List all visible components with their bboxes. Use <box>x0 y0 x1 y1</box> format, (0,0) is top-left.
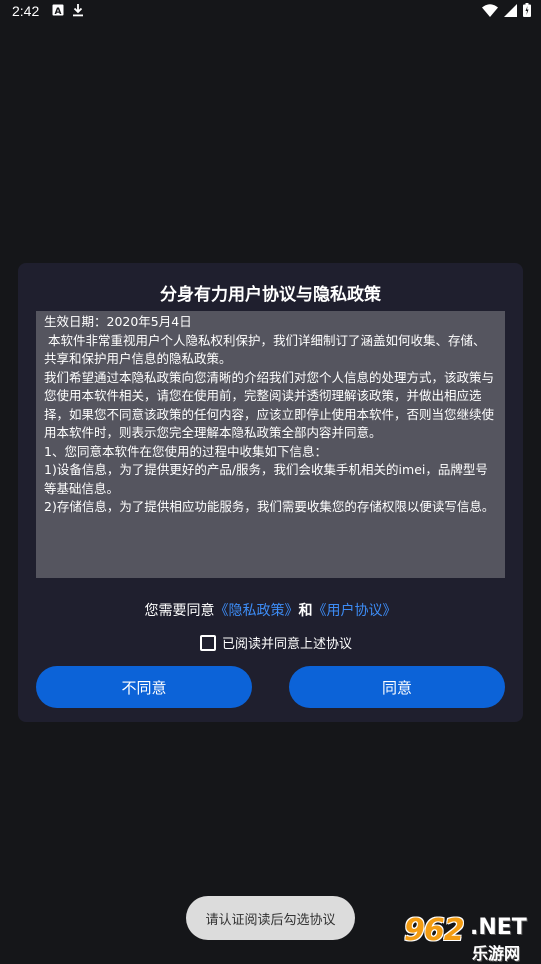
and-text: 和 <box>298 603 313 619</box>
policy-text-scroll[interactable]: 生效日期：2020年5月4日 本软件非常重视用户个人隐私权利保护，我们详细制订了… <box>36 311 505 578</box>
battery-icon <box>523 3 531 17</box>
signal-icon <box>504 3 517 17</box>
policy-line: 2)存储信息，为了提供相应功能服务，我们需要收集您的存储权限以便读写信息。 <box>44 499 495 514</box>
user-agreement-link[interactable]: 《用户协议》 <box>313 603 397 619</box>
policy-line: 生效日期：2020年5月4日 <box>44 314 192 329</box>
checkbox-label[interactable]: 已阅读并同意上述协议 <box>222 633 352 652</box>
toast-text: 请认证阅读后勾选协议 <box>205 912 336 928</box>
disagree-button[interactable]: 不同意 <box>36 666 252 708</box>
agree-button[interactable]: 同意 <box>289 666 505 708</box>
download-icon <box>73 4 83 17</box>
policy-line: 等基础信息。 <box>44 480 120 496</box>
policy-line: 1)设备信息，为了提供更好的产品/服务，我们会收集手机相关的imei，品牌型号 <box>44 462 488 477</box>
watermark-name: 乐游网 <box>472 944 521 963</box>
toast-message: 请认证阅读后勾选协议 <box>186 896 355 940</box>
policy-line: 1、您同意本软件在您使用的过程中收集如下信息： <box>44 443 327 459</box>
font-a-icon: A <box>52 4 64 16</box>
site-watermark-logo: 962 .NET 乐游网 <box>400 913 540 963</box>
agreement-notice: 您需要同意《隐私政策》和《用户协议》 <box>18 600 523 620</box>
status-time: 2:42 <box>12 3 40 19</box>
status-icons-right <box>482 3 531 17</box>
dialog-title: 分身有力用户协议与隐私政策 <box>160 285 381 305</box>
privacy-policy-link[interactable]: 《隐私政策》 <box>215 603 299 619</box>
policy-fade <box>36 564 505 578</box>
agree-prefix: 您需要同意 <box>144 603 215 619</box>
agree-checkbox-row[interactable]: 已阅读并同意上述协议 <box>200 633 352 652</box>
status-icons-left: A <box>52 4 84 17</box>
status-bar: 2:42 A <box>0 0 541 24</box>
policy-line: 您使用本软件相关，请您在使用前，完整阅读并透彻理解该政策，并做出相应选 <box>44 388 482 403</box>
watermark-number: 962 <box>404 913 465 948</box>
agreement-dialog: 分身有力用户协议与隐私政策 生效日期：2020年5月4日 本软件非常重视用户个人… <box>18 263 523 722</box>
policy-line: 共享和保护用户信息的隐私政策。 <box>44 351 232 366</box>
watermark-domain: .NET <box>470 915 527 940</box>
policy-line: 本软件非常重视用户个人隐私权利保护，我们详细制订了涵盖如何收集、存储、 <box>44 332 486 348</box>
agree-checkbox[interactable] <box>200 634 216 651</box>
wifi-icon <box>482 3 498 17</box>
policy-line: 我们希望通过本隐私政策向您清晰的介绍我们对您个人信息的处理方式，该政策与 <box>44 369 495 385</box>
svg-text:A: A <box>55 7 62 16</box>
policy-line: 用本软件时，则表示您完全理解本隐私政策全部内容并同意。 <box>44 425 382 440</box>
policy-line: 择，如果您不同意该政策的任何内容，应该立即停止使用本软件，否则当您继续使 <box>44 406 495 422</box>
